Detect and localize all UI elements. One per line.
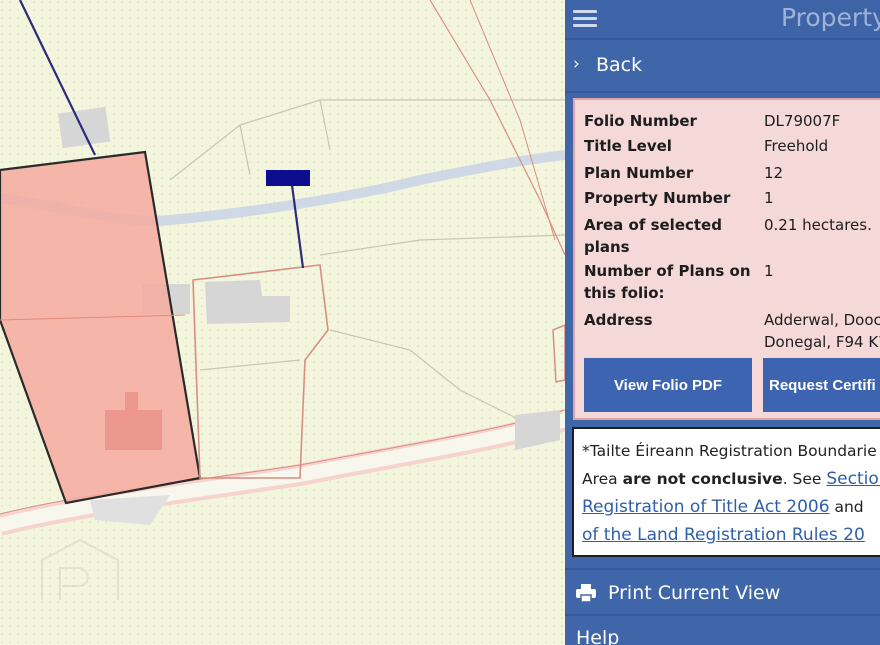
request-certificate-button[interactable]: Request Certifi	[763, 358, 880, 412]
map-marker	[266, 170, 310, 186]
panel-header: Property	[565, 0, 880, 40]
chevron-right-icon: ›	[573, 54, 580, 74]
back-button[interactable]: › Back	[565, 40, 880, 93]
detail-value: 12	[764, 164, 784, 182]
view-folio-pdf-button[interactable]: View Folio PDF	[584, 358, 752, 412]
notice-line: *Tailte Éireann Registration Boundarie	[582, 442, 877, 460]
printer-icon	[576, 584, 596, 602]
property-panel: Property › Back Folio Number DL79007F Ti…	[565, 0, 880, 645]
detail-value: Freehold	[764, 137, 829, 155]
notice-line: Registration of Title Act 2006 and	[582, 493, 864, 521]
disclaimer-notice: *Tailte Éireann Registration Boundarie A…	[572, 427, 880, 557]
building	[57, 106, 111, 149]
detail-value: 1	[764, 189, 774, 207]
print-current-view-button[interactable]: Print Current View	[565, 568, 880, 616]
property-details: Folio Number DL79007F Title Level Freeho…	[573, 98, 880, 420]
notice-emphasis: are not conclusive	[622, 470, 783, 488]
map-canvas[interactable]	[0, 0, 565, 645]
detail-key: Number of Plans on this folio:	[584, 262, 751, 302]
detail-key: Plan Number	[584, 164, 694, 182]
notice-text: . See	[782, 470, 827, 488]
menu-icon[interactable]	[573, 6, 599, 32]
panel-title: Property	[781, 3, 880, 32]
detail-key: Address	[584, 311, 653, 329]
print-label: Print Current View	[608, 582, 781, 604]
section-link[interactable]: Section	[826, 469, 880, 489]
detail-key: Folio Number	[584, 112, 697, 130]
detail-value: 1	[764, 262, 774, 280]
detail-key: Area of selected plans	[584, 216, 722, 256]
notice-text: Area	[582, 470, 623, 488]
registration-act-link[interactable]: Registration of Title Act 2006	[582, 497, 830, 517]
detail-key: Title Level	[584, 137, 672, 155]
notice-line: of the Land Registration Rules 20	[582, 521, 865, 549]
detail-value: Adderwal, Dooc	[764, 311, 880, 329]
help-label: Help	[576, 627, 620, 645]
help-button[interactable]: Help	[565, 618, 880, 645]
map-view[interactable]	[0, 0, 565, 645]
notice-line: Area are not conclusive. See Section	[582, 465, 880, 493]
detail-value: 0.21 hectares.	[764, 216, 872, 234]
detail-key: Property Number	[584, 189, 731, 207]
detail-value-line2: Donegal, F94 K7	[764, 333, 880, 351]
land-registration-rules-link[interactable]: of the Land Registration Rules 20	[582, 525, 865, 545]
notice-text: and	[829, 498, 864, 516]
detail-value: DL79007F	[764, 112, 841, 130]
back-label: Back	[596, 54, 643, 76]
